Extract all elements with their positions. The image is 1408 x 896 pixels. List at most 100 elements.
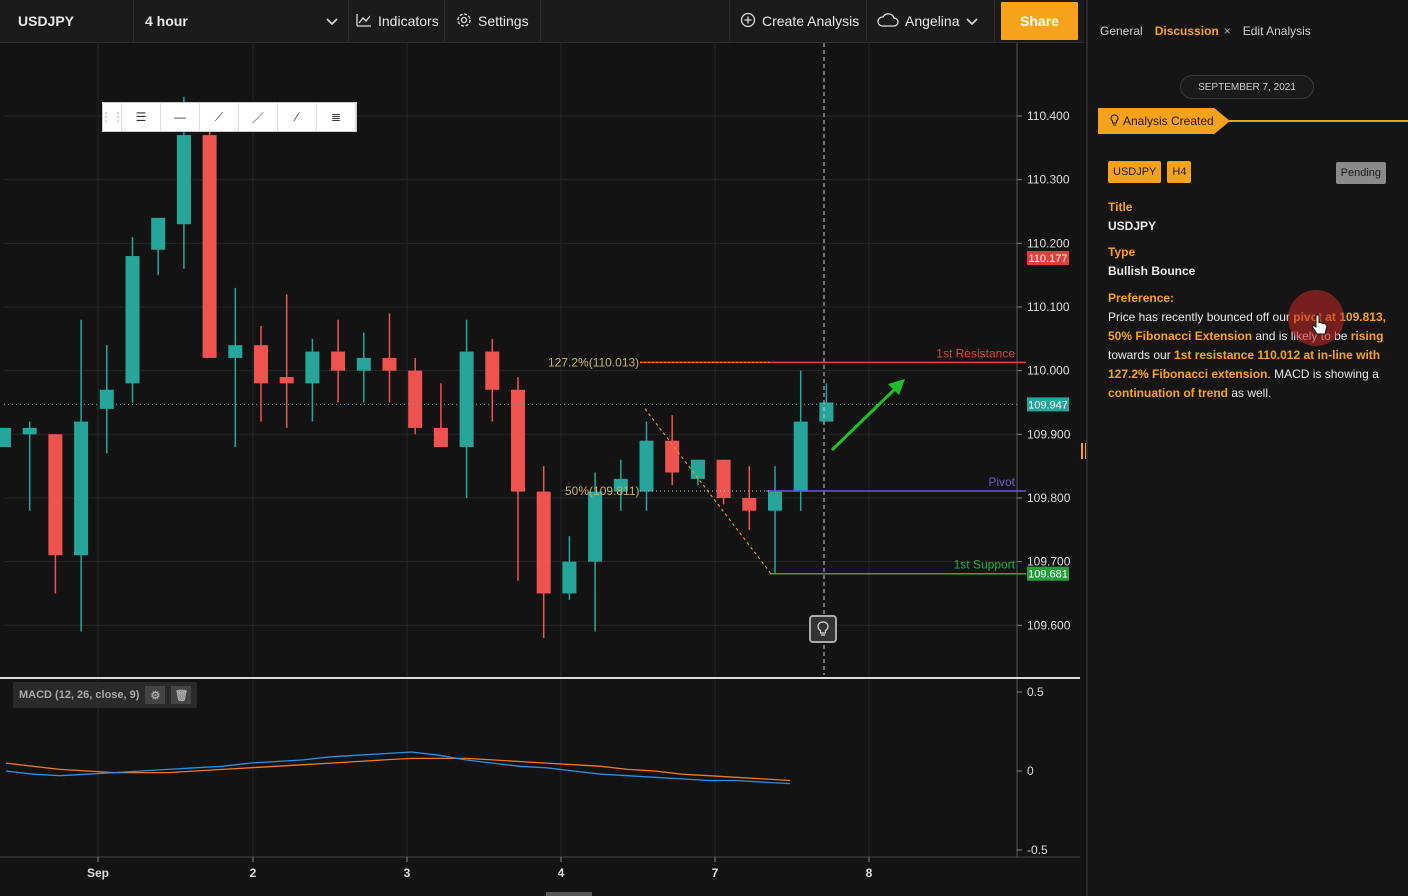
level-label: 1st Support (954, 558, 1016, 572)
macd-tick-label: 0.5 (1027, 685, 1044, 699)
indicators-label: Indicators (378, 13, 439, 29)
candle-body (305, 351, 320, 384)
time-tick-label: 2 (250, 866, 257, 880)
candle-body (176, 135, 191, 225)
preference-label: Preference: (1108, 291, 1175, 305)
candle-body (793, 421, 808, 492)
title-label: Title (1108, 200, 1133, 214)
tab-general[interactable]: General (1100, 24, 1143, 38)
line-style-icon[interactable]: ☰ (122, 103, 161, 131)
timeline-event: Analysis Created (1098, 108, 1408, 134)
symbol-selector[interactable]: USDJPY (0, 0, 134, 42)
pref-part: . MACD is showing a (1267, 367, 1379, 381)
create-analysis-button[interactable]: Create Analysis (729, 0, 867, 42)
settings-label: Settings (478, 13, 529, 29)
pref-highlight: continuation of trend (1108, 386, 1228, 400)
candle-body (48, 434, 63, 556)
status-badge: Pending (1335, 162, 1386, 184)
chart-scrollbar (546, 892, 592, 896)
candle-body (536, 491, 551, 594)
candle-body (690, 459, 705, 479)
candle-body (331, 351, 346, 371)
indicators-button[interactable]: Indicators (349, 0, 445, 42)
analysis-panel: General Discussion × Edit Analysis SEPTE… (1086, 0, 1408, 896)
symbol-label: USDJPY (18, 13, 75, 29)
macd-name: MACD (12, 26, close, 9) (19, 689, 140, 701)
lightbulb-icon (1110, 113, 1119, 129)
candle-body (0, 427, 11, 448)
horizontal-line-icon[interactable]: — (161, 103, 200, 131)
candle-body (742, 497, 757, 511)
chevron-down-icon (965, 13, 978, 29)
price-tick-label: 109.900 (1027, 427, 1071, 441)
candle-body (716, 459, 731, 498)
lightbulb-marker-icon[interactable] (809, 615, 837, 643)
tab-discussion[interactable]: Discussion (1155, 24, 1219, 38)
fib-label: 127.2%(110.013) (548, 355, 639, 369)
macd-tick-label: 0 (1027, 764, 1034, 778)
trend-line-icon[interactable]: ⟋ (200, 103, 239, 131)
time-tick-label: 7 (712, 866, 719, 880)
price-tick-label: 110.200 (1027, 236, 1070, 250)
plus-circle-icon (740, 12, 756, 31)
chart-area[interactable]: 110.400 110.300 110.200 110.100 110.000 109.9… (0, 43, 1084, 896)
top-toolbar: USDJPY 4 hour Indicators Settings Create… (0, 0, 1084, 43)
type-label: Type (1108, 245, 1136, 259)
candle-body (202, 135, 217, 358)
ray-line-icon[interactable]: ／ (239, 103, 278, 131)
interval-dropdown[interactable]: 4 hour (134, 0, 349, 42)
time-tick-label: 4 (558, 866, 565, 880)
candle-body (408, 370, 423, 428)
candle-body (151, 217, 166, 250)
create-analysis-label: Create Analysis (762, 13, 860, 29)
close-icon[interactable]: × (1224, 24, 1231, 38)
pref-part: Price has recently bounced off our (1108, 310, 1294, 324)
price-tick-label: 110.000 (1027, 364, 1070, 378)
price-tag-label: 110.177 (1029, 253, 1068, 265)
candle-body (22, 427, 37, 435)
candle-body (639, 440, 654, 492)
panel-tabs: General Discussion × Edit Analysis (1088, 0, 1408, 62)
gear-icon[interactable]: ⚙ (145, 686, 166, 704)
candle-body (382, 357, 397, 371)
drag-handle-icon[interactable]: ⋮⋮ (100, 103, 124, 131)
candle-body (459, 351, 474, 448)
candle-body (511, 389, 525, 492)
title-value: USDJPY (1108, 219, 1157, 233)
candle-body (228, 345, 243, 358)
user-name: Angelina (905, 13, 960, 29)
analysis-badges: USDJPY H4 (1108, 161, 1192, 183)
indicators-icon (356, 13, 372, 30)
trash-icon[interactable]: 🗑 (171, 686, 192, 704)
date-separator: SEPTEMBER 7, 2021 (1180, 75, 1314, 99)
candle-body (819, 402, 834, 422)
pref-highlight: rising (1350, 329, 1384, 343)
extended-line-icon[interactable]: ⁄ (278, 103, 317, 131)
price-tick-label: 110.300 (1027, 173, 1070, 187)
drawing-toolbar: ⋮⋮ ☰ — ⟋ ／ ⁄ ≣ (100, 102, 357, 132)
price-tick-label: 109.600 (1027, 618, 1071, 632)
macd-indicator-label: MACD (12, 26, close, 9) ⚙ 🗑 (13, 682, 198, 708)
price-tag-label: 109.681 (1028, 569, 1068, 581)
tab-edit-analysis[interactable]: Edit Analysis (1243, 24, 1311, 38)
pointer-cursor-icon (1311, 314, 1328, 341)
macd-tick-label: -0.5 (1027, 843, 1048, 857)
settings-button[interactable]: Settings (445, 0, 541, 42)
user-menu[interactable]: Angelina (867, 0, 995, 42)
candle-body (562, 561, 577, 594)
price-chart[interactable]: 110.400 110.300 110.200 110.100 110.000 109.9… (0, 43, 1084, 896)
price-tick-label: 110.100 (1027, 300, 1070, 314)
preference-text: Price has recently bounced off our pivot… (1108, 308, 1390, 403)
candle-body (99, 389, 114, 409)
share-button[interactable]: Share (1001, 2, 1078, 40)
level-label: Pivot (988, 475, 1015, 489)
pref-part: towards our (1108, 348, 1175, 362)
candle-body (74, 421, 89, 556)
price-tick-label: 109.700 (1027, 555, 1071, 569)
pref-part: as well. (1227, 386, 1272, 400)
event-label: Analysis Created (1123, 114, 1214, 128)
interval-label: 4 hour (145, 13, 188, 29)
fibonacci-icon[interactable]: ≣ (317, 103, 356, 131)
level-label: 1st Resistance (936, 346, 1015, 360)
fib-label: 50%(109.811) (565, 484, 640, 498)
